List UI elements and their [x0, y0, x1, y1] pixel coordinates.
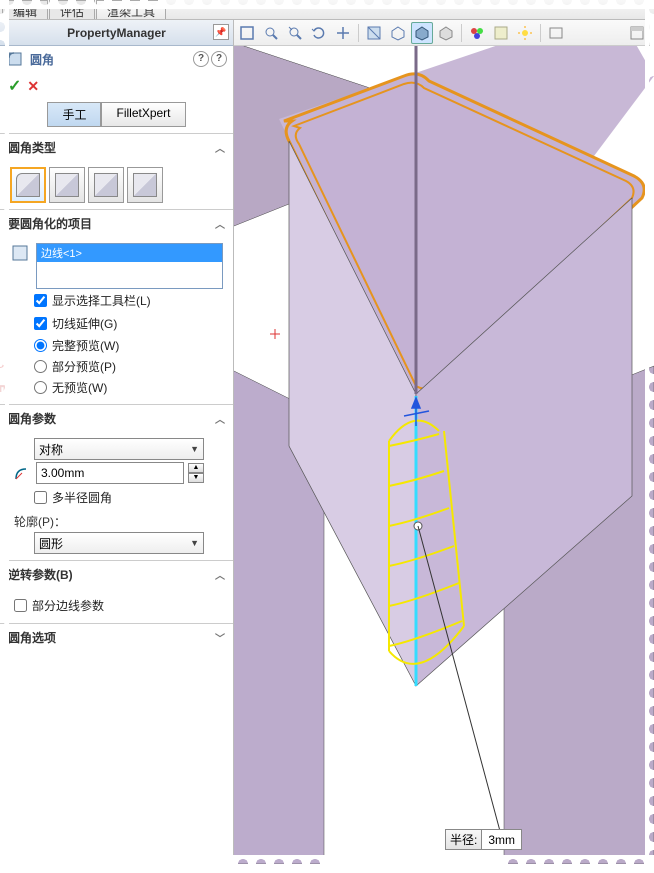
toolbar-sep: [358, 24, 359, 42]
chevron-up-icon: ︿: [215, 567, 225, 582]
feature-header: 圆角 ? ?: [0, 46, 233, 72]
spin-down[interactable]: ▼: [188, 473, 204, 483]
chevron-up-icon: ︿: [215, 411, 225, 426]
selection-item[interactable]: 边线<1>: [37, 244, 222, 262]
expand-panel-icon[interactable]: [626, 22, 648, 44]
profile-dropdown[interactable]: 圆形▼: [34, 532, 204, 554]
chevron-down-icon: ▼: [190, 538, 199, 548]
multi-radius-check[interactable]: [34, 491, 47, 504]
section-items-to-fillet[interactable]: 要圆角化的项目︿: [0, 210, 233, 237]
help-icon[interactable]: ?: [193, 51, 209, 67]
zoom-fit-icon[interactable]: [236, 22, 258, 44]
fillet-type-constant[interactable]: [10, 167, 46, 203]
ok-button[interactable]: ✓: [8, 76, 21, 96]
detail-help-icon[interactable]: ?: [211, 51, 227, 67]
tab-render-tools[interactable]: 渲染工具: [96, 0, 166, 19]
partial-edge-params-check[interactable]: [14, 599, 27, 612]
toolbar-sep: [540, 24, 541, 42]
section-reverse-params[interactable]: 逆转参数(B)︿: [0, 561, 233, 588]
fillet-type-face[interactable]: [88, 167, 124, 203]
profile-label: 轮廓(P)：: [10, 509, 223, 532]
color-icon[interactable]: [466, 22, 488, 44]
pin-icon[interactable]: 📌: [213, 24, 229, 40]
pan-icon[interactable]: [332, 22, 354, 44]
tab-evaluate[interactable]: 评估: [49, 0, 95, 19]
symmetry-dropdown[interactable]: 对称▼: [34, 438, 204, 460]
model-view: [234, 46, 654, 864]
fillet-icon: [6, 50, 24, 68]
full-preview-radio[interactable]: [34, 339, 47, 352]
filletxpert-tab[interactable]: FilletXpert: [101, 102, 185, 127]
cancel-button[interactable]: ✕: [27, 78, 39, 95]
command-tab-bar: 编辑 评估 渲染工具: [0, 0, 654, 20]
no-preview-radio[interactable]: [34, 381, 47, 394]
chevron-up-icon: ︿: [215, 216, 225, 231]
fillet-type-variable[interactable]: [49, 167, 85, 203]
callout-label: 半径:: [446, 830, 482, 849]
feature-name: 圆角: [30, 51, 54, 68]
chevron-up-icon: ︿: [215, 140, 225, 155]
show-selection-toolbar-check[interactable]: [34, 294, 47, 307]
zoom-area-icon[interactable]: [260, 22, 282, 44]
toolbar-sep: [461, 24, 462, 42]
rotate-view-icon[interactable]: [308, 22, 330, 44]
partial-preview-radio[interactable]: [34, 360, 47, 373]
tab-edit[interactable]: 编辑: [2, 0, 48, 19]
tangent-propagation-check[interactable]: [34, 317, 47, 330]
manual-tab[interactable]: 手工: [47, 102, 101, 127]
section-icon[interactable]: [363, 22, 385, 44]
chevron-down-icon: ▼: [190, 444, 199, 454]
edge-select-icon[interactable]: [10, 243, 30, 263]
callout-value[interactable]: 3mm: [482, 832, 521, 848]
chevron-down-icon: ﹀: [215, 630, 225, 645]
section-fillet-type[interactable]: 圆角类型︿: [0, 134, 233, 161]
view-toolbar: [234, 20, 650, 46]
selection-list[interactable]: 边线<1>: [36, 243, 223, 289]
section-fillet-params[interactable]: 圆角参数︿: [0, 405, 233, 432]
display-style-icon[interactable]: [411, 22, 433, 44]
radius-callout[interactable]: 半径: 3mm: [445, 829, 522, 850]
fillet-type-full[interactable]: [127, 167, 163, 203]
view-orient-icon[interactable]: [387, 22, 409, 44]
lighting-icon[interactable]: [514, 22, 536, 44]
section-fillet-options[interactable]: 圆角选项﹀: [0, 624, 233, 651]
radius-input[interactable]: 3.00mm: [36, 462, 184, 484]
zoom-prev-icon[interactable]: [284, 22, 306, 44]
texture-icon[interactable]: [490, 22, 512, 44]
spin-up[interactable]: ▲: [188, 463, 204, 473]
radius-icon: [12, 463, 32, 483]
hide-show-icon[interactable]: [435, 22, 457, 44]
view-settings-icon[interactable]: [545, 22, 567, 44]
pm-title: PropertyManager: [67, 26, 166, 40]
property-manager-panel: PropertyManager 📌 圆角 ? ? ✓ ✕ 手工 FilletXp…: [0, 20, 234, 864]
3d-viewport[interactable]: 半径: 3mm: [234, 46, 654, 864]
pm-title-bar: PropertyManager 📌: [0, 20, 233, 46]
